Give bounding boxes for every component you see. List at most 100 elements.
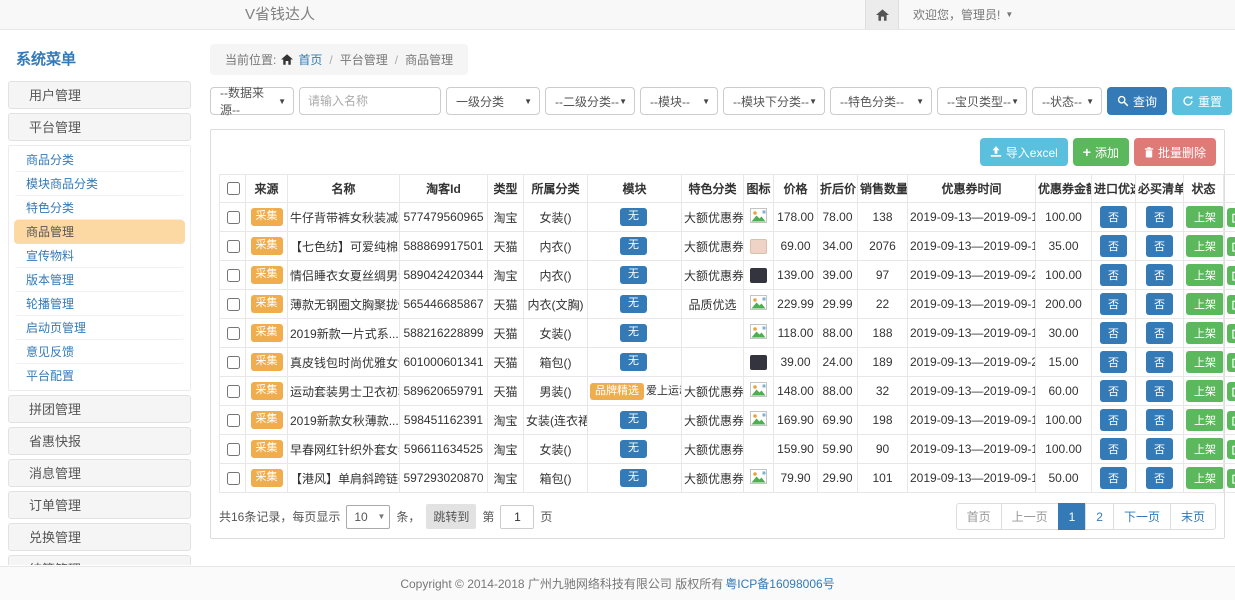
filter-select[interactable]: --数据来源-- ▼ (210, 87, 294, 115)
row-checkbox[interactable] (227, 443, 240, 456)
import-select-toggle[interactable]: 否 (1100, 293, 1127, 315)
edit-button[interactable] (1227, 440, 1235, 459)
icp-link[interactable]: 粤ICP备16098006号 (725, 575, 834, 592)
sidebar-sub-item[interactable]: 商品管理 (14, 220, 185, 244)
reset-button[interactable]: 重置 (1172, 87, 1232, 115)
query-button[interactable]: 查询 (1107, 87, 1167, 115)
sidebar-group-item[interactable]: 结算管理 (8, 555, 191, 565)
sidebar-sub-item[interactable]: 平台配置 (14, 364, 185, 388)
must-buy-toggle[interactable]: 否 (1146, 438, 1173, 460)
import-select-toggle[interactable]: 否 (1100, 438, 1127, 460)
status-button[interactable]: 上架 (1186, 235, 1224, 257)
sidebar-sub-item[interactable]: 特色分类 (14, 196, 185, 220)
sales-count: 90 (858, 435, 908, 464)
sidebar-group-item[interactable]: 省惠快报 (8, 427, 191, 455)
status-button[interactable]: 上架 (1186, 264, 1224, 286)
import-select-toggle[interactable]: 否 (1100, 380, 1127, 402)
sidebar-sub-item[interactable]: 轮播管理 (14, 292, 185, 316)
page-button-首页[interactable]: 首页 (956, 503, 1002, 530)
batch-delete-button[interactable]: 批量删除 (1134, 138, 1216, 166)
filter-select[interactable]: 一级分类 ▼ (446, 87, 540, 115)
sidebar-group-item[interactable]: 平台管理 (8, 113, 191, 141)
import-excel-button[interactable]: 导入excel (980, 138, 1068, 166)
module-badge: 无 (620, 440, 647, 457)
sidebar-sub-item[interactable]: 宣传物料 (14, 244, 185, 268)
row-checkbox[interactable] (227, 269, 240, 282)
row-checkbox[interactable] (227, 298, 240, 311)
import-select-toggle[interactable]: 否 (1100, 264, 1127, 286)
row-checkbox[interactable] (227, 240, 240, 253)
edit-button[interactable] (1227, 382, 1235, 401)
sidebar-group-item[interactable]: 订单管理 (8, 491, 191, 519)
must-buy-toggle[interactable]: 否 (1146, 467, 1173, 489)
row-checkbox[interactable] (227, 356, 240, 369)
filter-select[interactable]: --模块下分类-- ▼ (723, 87, 825, 115)
sidebar-group-item[interactable]: 消息管理 (8, 459, 191, 487)
page-button-末页[interactable]: 末页 (1170, 503, 1216, 530)
sidebar-group-item[interactable]: 用户管理 (8, 81, 191, 109)
filter-select[interactable]: --二级分类-- ▼ (545, 87, 635, 115)
edit-button[interactable] (1227, 469, 1235, 488)
name-search-input[interactable] (299, 87, 441, 115)
status-button[interactable]: 上架 (1186, 206, 1224, 228)
import-select-toggle[interactable]: 否 (1100, 409, 1127, 431)
must-buy-toggle[interactable]: 否 (1146, 380, 1173, 402)
home-button[interactable] (865, 0, 899, 29)
must-buy-toggle[interactable]: 否 (1146, 351, 1173, 373)
must-buy-toggle[interactable]: 否 (1146, 409, 1173, 431)
filter-select[interactable]: --特色分类-- ▼ (830, 87, 932, 115)
edit-button[interactable] (1227, 266, 1235, 285)
per-page-select[interactable]: 10 ▼ (346, 505, 390, 529)
edit-button[interactable] (1227, 237, 1235, 256)
status-button[interactable]: 上架 (1186, 409, 1224, 431)
row-checkbox[interactable] (227, 414, 240, 427)
status-button[interactable]: 上架 (1186, 293, 1224, 315)
page-button-上一页[interactable]: 上一页 (1001, 503, 1059, 530)
row-checkbox[interactable] (227, 472, 240, 485)
status-button[interactable]: 上架 (1186, 380, 1224, 402)
row-checkbox[interactable] (227, 327, 240, 340)
page-button-下一页[interactable]: 下一页 (1113, 503, 1171, 530)
edit-button[interactable] (1227, 295, 1235, 314)
status-button[interactable]: 上架 (1186, 322, 1224, 344)
sidebar-sub-item[interactable]: 商品分类 (14, 148, 185, 172)
must-buy-toggle[interactable]: 否 (1146, 322, 1173, 344)
discount-price: 29.90 (818, 464, 858, 493)
must-buy-toggle[interactable]: 否 (1146, 293, 1173, 315)
must-buy-toggle[interactable]: 否 (1146, 235, 1173, 257)
source-badge: 采集 (251, 440, 283, 457)
sidebar-group-item[interactable]: 拼团管理 (8, 395, 191, 423)
edit-button[interactable] (1227, 411, 1235, 430)
status-button[interactable]: 上架 (1186, 351, 1224, 373)
must-buy-toggle[interactable]: 否 (1146, 264, 1173, 286)
filter-select[interactable]: --宝贝类型-- ▼ (937, 87, 1027, 115)
breadcrumb-home-link[interactable]: 首页 (298, 51, 322, 68)
add-button[interactable]: + 添加 (1073, 138, 1129, 166)
filter-select[interactable]: --模块-- ▼ (640, 87, 718, 115)
import-select-toggle[interactable]: 否 (1100, 467, 1127, 489)
import-select-toggle[interactable]: 否 (1100, 322, 1127, 344)
edit-button[interactable] (1227, 324, 1235, 343)
edit-button[interactable] (1227, 353, 1235, 372)
status-button[interactable]: 上架 (1186, 438, 1224, 460)
page-number-input[interactable] (500, 505, 534, 529)
select-all-checkbox[interactable] (227, 182, 240, 195)
sidebar-sub-item[interactable]: 意见反馈 (14, 340, 185, 364)
filter-select[interactable]: --状态-- ▼ (1032, 87, 1102, 115)
page-button-2[interactable]: 2 (1085, 503, 1114, 530)
import-select-toggle[interactable]: 否 (1100, 235, 1127, 257)
import-select-toggle[interactable]: 否 (1100, 351, 1127, 373)
row-checkbox[interactable] (227, 385, 240, 398)
page-button-1[interactable]: 1 (1058, 503, 1087, 530)
row-checkbox[interactable] (227, 211, 240, 224)
sidebar-sub-item[interactable]: 模块商品分类 (14, 172, 185, 196)
sidebar-sub-item[interactable]: 版本管理 (14, 268, 185, 292)
sidebar-sub-item[interactable]: 启动页管理 (14, 316, 185, 340)
user-menu[interactable]: 欢迎您，管理员! ▼ (899, 6, 1027, 23)
edit-button[interactable] (1227, 208, 1235, 227)
must-buy-toggle[interactable]: 否 (1146, 206, 1173, 228)
sidebar-group-item[interactable]: 兑换管理 (8, 523, 191, 551)
jump-button[interactable]: 跳转到 (426, 504, 476, 529)
status-button[interactable]: 上架 (1186, 467, 1224, 489)
import-select-toggle[interactable]: 否 (1100, 206, 1127, 228)
